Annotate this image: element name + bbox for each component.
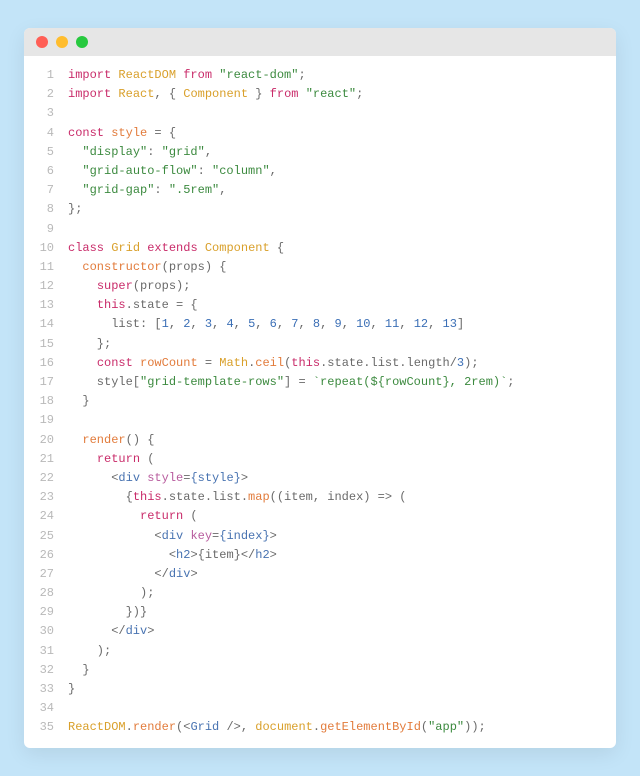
line-number: 6 xyxy=(30,162,54,181)
code-line: }; xyxy=(68,200,602,219)
code-line: </div> xyxy=(68,565,602,584)
code-line: <div key={index}> xyxy=(68,527,602,546)
line-number: 30 xyxy=(30,622,54,641)
line-number: 25 xyxy=(30,527,54,546)
code-line xyxy=(68,104,602,123)
line-number: 14 xyxy=(30,315,54,334)
line-number: 23 xyxy=(30,488,54,507)
code-line xyxy=(68,699,602,718)
line-number-gutter: 1234567891011121314151617181920212223242… xyxy=(24,56,64,748)
line-number: 35 xyxy=(30,718,54,737)
minimize-icon[interactable] xyxy=(56,36,68,48)
line-number: 29 xyxy=(30,603,54,622)
code-line xyxy=(68,411,602,430)
line-number: 2 xyxy=(30,85,54,104)
code-line: render() { xyxy=(68,431,602,450)
line-number: 21 xyxy=(30,450,54,469)
code-line: import React, { Component } from "react"… xyxy=(68,85,602,104)
line-number: 34 xyxy=(30,699,54,718)
code-line: {this.state.list.map((item, index) => ( xyxy=(68,488,602,507)
code-line: ); xyxy=(68,642,602,661)
code-line: ); xyxy=(68,584,602,603)
code-line: return ( xyxy=(68,507,602,526)
code-line: <div style={style}> xyxy=(68,469,602,488)
code-line xyxy=(68,220,602,239)
line-number: 22 xyxy=(30,469,54,488)
code-line: super(props); xyxy=(68,277,602,296)
line-number: 32 xyxy=(30,661,54,680)
line-number: 3 xyxy=(30,104,54,123)
line-number: 28 xyxy=(30,584,54,603)
code-line: const style = { xyxy=(68,124,602,143)
line-number: 33 xyxy=(30,680,54,699)
code-line: } xyxy=(68,661,602,680)
code-content: import ReactDOM from "react-dom";import … xyxy=(64,56,616,748)
code-line: <h2>{item}</h2> xyxy=(68,546,602,565)
line-number: 31 xyxy=(30,642,54,661)
line-number: 8 xyxy=(30,200,54,219)
code-line: "display": "grid", xyxy=(68,143,602,162)
line-number: 15 xyxy=(30,335,54,354)
code-line: })} xyxy=(68,603,602,622)
line-number: 17 xyxy=(30,373,54,392)
code-line: }; xyxy=(68,335,602,354)
code-line: style["grid-template-rows"] = `repeat(${… xyxy=(68,373,602,392)
editor-window: 1234567891011121314151617181920212223242… xyxy=(24,28,616,748)
code-line: "grid-gap": ".5rem", xyxy=(68,181,602,200)
line-number: 9 xyxy=(30,220,54,239)
line-number: 5 xyxy=(30,143,54,162)
line-number: 18 xyxy=(30,392,54,411)
line-number: 7 xyxy=(30,181,54,200)
line-number: 10 xyxy=(30,239,54,258)
code-line: constructor(props) { xyxy=(68,258,602,277)
line-number: 20 xyxy=(30,431,54,450)
code-line: list: [1, 2, 3, 4, 5, 6, 7, 8, 9, 10, 11… xyxy=(68,315,602,334)
code-line: class Grid extends Component { xyxy=(68,239,602,258)
maximize-icon[interactable] xyxy=(76,36,88,48)
line-number: 19 xyxy=(30,411,54,430)
line-number: 27 xyxy=(30,565,54,584)
line-number: 24 xyxy=(30,507,54,526)
line-number: 26 xyxy=(30,546,54,565)
line-number: 11 xyxy=(30,258,54,277)
code-editor: 1234567891011121314151617181920212223242… xyxy=(24,56,616,748)
code-line: this.state = { xyxy=(68,296,602,315)
code-line: const rowCount = Math.ceil(this.state.li… xyxy=(68,354,602,373)
line-number: 12 xyxy=(30,277,54,296)
line-number: 16 xyxy=(30,354,54,373)
line-number: 4 xyxy=(30,124,54,143)
code-line: "grid-auto-flow": "column", xyxy=(68,162,602,181)
code-line: } xyxy=(68,392,602,411)
code-line: } xyxy=(68,680,602,699)
code-line: import ReactDOM from "react-dom"; xyxy=(68,66,602,85)
window-titlebar xyxy=(24,28,616,56)
code-line: ReactDOM.render(<Grid />, document.getEl… xyxy=(68,718,602,737)
line-number: 1 xyxy=(30,66,54,85)
code-line: </div> xyxy=(68,622,602,641)
line-number: 13 xyxy=(30,296,54,315)
code-line: return ( xyxy=(68,450,602,469)
close-icon[interactable] xyxy=(36,36,48,48)
